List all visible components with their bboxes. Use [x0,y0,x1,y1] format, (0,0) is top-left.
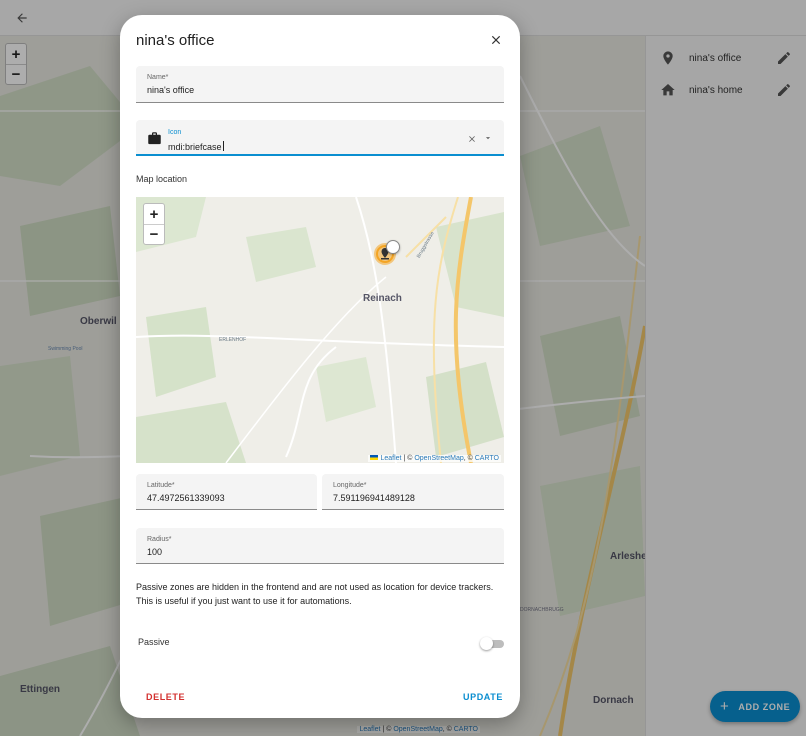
name-field-value: nina's office [147,85,195,95]
location-map-zoom-control: + − [143,203,165,245]
map-zoom-in-button[interactable]: + [144,204,164,224]
attribution-separator-2: , © [463,455,475,462]
attribution-separator: | © [401,455,415,462]
dialog-title: nina's office [136,32,215,49]
longitude-field[interactable]: Longitude* 7.591196941489128 [322,474,504,510]
delete-button[interactable]: DELETE [146,692,185,702]
clear-icon[interactable] [467,134,477,144]
text-caret [222,141,224,151]
latitude-field-label: Latitude* [147,482,175,489]
passive-toggle[interactable] [480,637,504,650]
map-location-label: Map location [136,174,188,184]
leaflet-link[interactable]: Leaflet [380,455,401,462]
longitude-field-value: 7.591196941489128 [333,493,415,503]
icon-field-text: mdi:briefcase [168,142,222,152]
radius-drag-handle[interactable] [386,240,400,254]
icon-field-value: mdi:briefcase [168,141,224,152]
latitude-field[interactable]: Latitude* 47.4972561339093 [136,474,317,510]
passive-description: Passive zones are hidden in the frontend… [136,582,494,606]
close-button[interactable] [485,29,507,51]
map-label-reinach: Reinach [363,293,402,304]
radius-field-value: 100 [147,547,163,557]
osm-link[interactable]: OpenStreetMap [414,455,463,462]
close-icon [491,35,501,45]
location-map-attribution: Leaflet | © OpenStreetMap, © CARTO [368,455,501,462]
carto-link[interactable]: CARTO [475,455,499,462]
zone-edit-dialog: nina's office Name* nina's office Icon m… [120,15,520,718]
update-button[interactable]: UPDATE [463,692,503,702]
map-zoom-out-button[interactable]: − [144,224,164,244]
location-map-tiles [136,197,504,463]
passive-label: Passive [138,637,170,647]
icon-field[interactable]: Icon mdi:briefcase [136,120,504,156]
map-label-erlenhof: ERLENHOF [219,337,247,343]
name-field-label: Name* [147,74,169,81]
name-field[interactable]: Name* nina's office [136,66,504,103]
latitude-field-value: 47.4972561339093 [147,493,225,503]
leaflet-flag-icon [370,455,379,460]
toggle-knob [480,637,493,650]
briefcase-icon [148,132,161,145]
location-map[interactable]: Reinach ERLENHOF Bruggstrasse + − Leafle… [136,197,504,463]
radius-field[interactable]: Radius* 100 [136,528,504,564]
icon-field-label: Icon [168,129,182,136]
radius-field-label: Radius* [147,536,172,543]
longitude-field-label: Longitude* [333,482,367,489]
chevron-down-icon[interactable] [483,133,493,143]
